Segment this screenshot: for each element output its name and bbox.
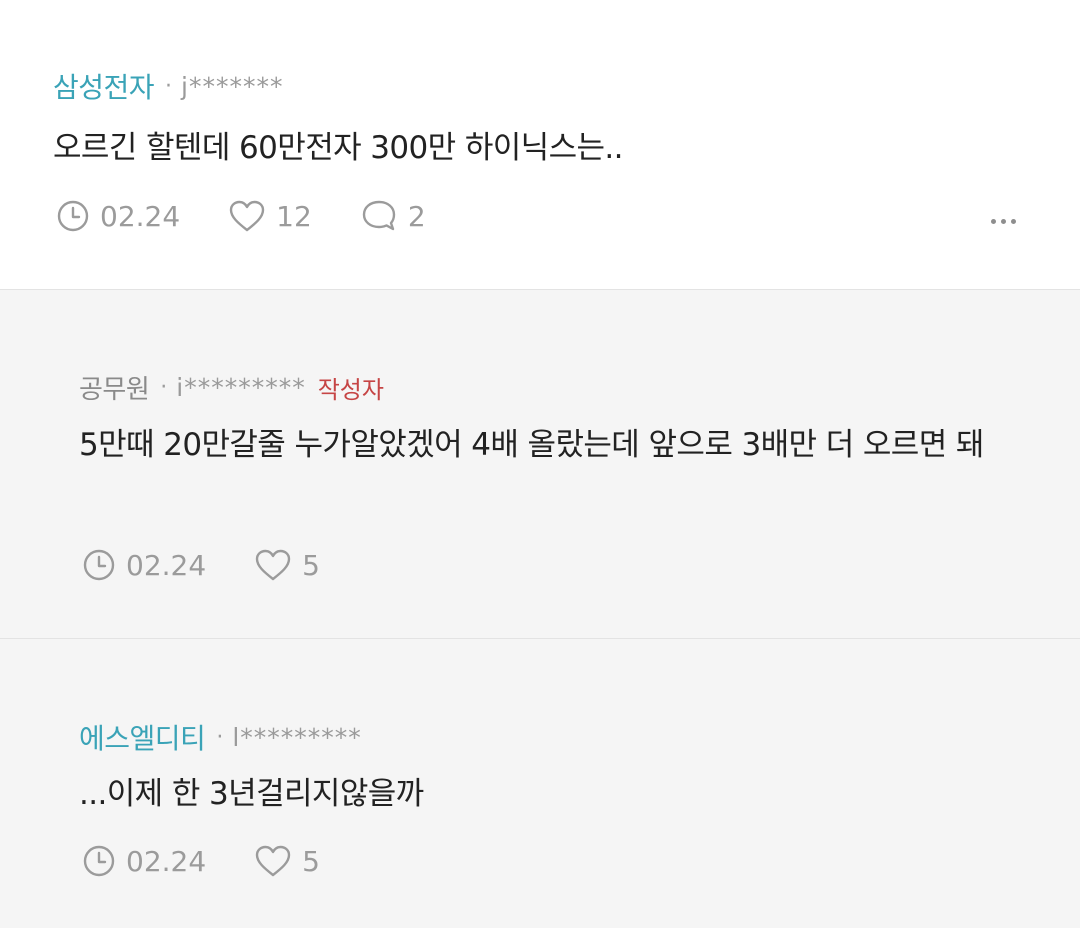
like-count: 12 — [276, 199, 312, 233]
comment-actions: 02.24 5 — [82, 548, 320, 582]
comment-date: 02.24 — [100, 199, 181, 233]
user-id: i********* — [176, 373, 306, 402]
comment-actions: 02.24 5 — [82, 844, 320, 878]
reply-comment: 공무원 · i********* 작성자 5만때 20만갈줄 누가알았겠어 4배… — [0, 290, 1080, 639]
user-id: j******* — [181, 71, 284, 101]
speech-bubble-icon — [360, 198, 398, 234]
reply-comment: 에스엘디티 · l********* ...이제 한 3년걸리지않을까 02.2… — [0, 639, 1080, 927]
heart-icon — [228, 199, 266, 233]
comment-date: 02.24 — [126, 844, 207, 878]
comment-header: 에스엘디티 · l********* — [79, 717, 362, 757]
date-info: 02.24 — [56, 199, 180, 233]
comment-author-link[interactable]: 삼성전자 — [53, 66, 155, 106]
comment-main: 삼성전자 · j******* 오르긴 할텐데 60만전자 300만 하이닉스는… — [0, 0, 1080, 290]
meta-separator: · — [216, 724, 224, 750]
heart-icon — [254, 844, 292, 878]
like-button[interactable]: 5 — [254, 548, 320, 582]
comment-text: 5만때 20만갈줄 누가알았겠어 4배 올랐는데 앞으로 3배만 더 오르면 돼 — [79, 427, 984, 463]
meta-separator: · — [160, 375, 168, 400]
comment-text: 오르긴 할텐데 60만전자 300만 하이닉스는.. — [53, 130, 624, 166]
comment-thread: 삼성전자 · j******* 오르긴 할텐데 60만전자 300만 하이닉스는… — [0, 0, 1080, 928]
comment-header: 삼성전자 · j******* — [53, 66, 284, 106]
heart-icon — [254, 548, 292, 582]
comment-actions: 02.24 12 2 — [56, 198, 426, 234]
more-horizontal-icon[interactable] — [991, 219, 1016, 224]
reply-count: 2 — [407, 199, 426, 233]
like-button[interactable]: 5 — [254, 844, 320, 878]
clock-icon — [56, 199, 90, 233]
reply-button[interactable]: 2 — [360, 198, 426, 234]
like-count: 5 — [302, 844, 320, 878]
date-info: 02.24 — [82, 548, 206, 582]
user-id: l********* — [232, 722, 362, 752]
author-badge: 작성자 — [317, 376, 384, 404]
date-info: 02.24 — [82, 844, 206, 878]
meta-separator: · — [165, 73, 173, 99]
clock-icon — [82, 548, 116, 582]
comment-author-link[interactable]: 에스엘디티 — [79, 717, 206, 757]
like-count: 5 — [302, 548, 320, 582]
like-button[interactable]: 12 — [228, 199, 312, 233]
clock-icon — [82, 844, 116, 878]
comment-date: 02.24 — [126, 548, 207, 582]
comment-text: ...이제 한 3년걸리지않을까 — [79, 776, 424, 812]
comment-author: 공무원 — [79, 375, 150, 405]
comment-header: 공무원 · i********* 작성자 — [79, 369, 384, 406]
